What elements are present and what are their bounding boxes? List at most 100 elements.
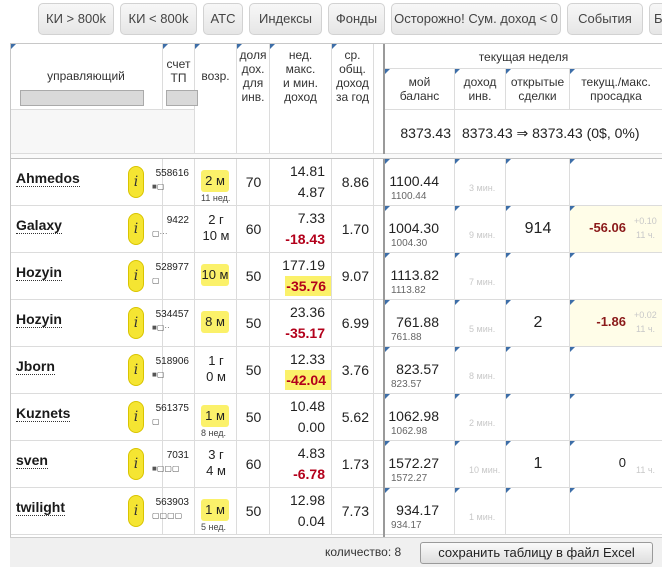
manager-name-link[interactable]: twilight (16, 499, 65, 516)
manager-name-link[interactable]: Hozyin (16, 311, 62, 328)
table-cell (570, 347, 662, 394)
age-months: 0 м (206, 369, 226, 384)
header-deals-l1: открытые (510, 75, 565, 89)
table-cell (570, 394, 662, 441)
rating-icon: ▢ (152, 417, 160, 426)
manager-name-link[interactable]: Ahmedos (16, 170, 80, 187)
table-row: Hozyin i 534457 ■▢·· 8 м 50 23.36 -35.17 6.99 761… (11, 300, 662, 347)
header-maxmin-l1: нед. (288, 48, 313, 62)
manager-name-link[interactable]: Galaxy (16, 217, 62, 234)
table-cell (374, 300, 383, 347)
manager-name-link[interactable]: Jborn (16, 358, 55, 375)
share-value: 50 (245, 409, 262, 425)
tab-funds[interactable]: Фонды (328, 3, 385, 35)
my-balance-sub: 1004.30 (391, 238, 428, 249)
header-manager-label: управляющий (47, 69, 125, 83)
week-min: 0.04 (297, 513, 325, 529)
week-max: 12.98 (289, 492, 325, 508)
share-value: 50 (245, 268, 262, 284)
table-row: Hozyin i 528977 ▢ 10 м 50 177.19 -35.76 9.07 1113… (11, 253, 662, 300)
table-row: twilight i 563903 ▢▢▢▢ 1 м5 нед. 50 12.98 0.04 7… (11, 488, 662, 535)
age-badge: 10 м (201, 264, 229, 286)
header-deals-l2: сделки (518, 89, 557, 103)
my-balance: 934.17 (396, 502, 439, 518)
week-max: 12.33 (289, 351, 325, 367)
tab-ats[interactable]: АТС (203, 3, 243, 35)
row-count: количество: 8 (325, 545, 402, 559)
tab-ki-over-800k[interactable]: КИ > 800k (38, 3, 114, 35)
tab-ki-under-800k[interactable]: КИ < 800k (120, 3, 197, 35)
manager-name-link[interactable]: sven (16, 452, 48, 469)
summary-balance: 8373.43 (400, 125, 451, 141)
info-button[interactable]: i (128, 166, 144, 198)
header-maxmin[interactable]: нед. макс. и мин. доход (270, 44, 332, 154)
account-filter-input[interactable] (166, 90, 198, 106)
managers-table: управляющий счет ТП возр. доля дох. для … (10, 43, 662, 567)
week-min: -42.04 (285, 370, 331, 390)
drawdown-delta: +0.02 (634, 310, 657, 320)
share-value: 70 (245, 174, 262, 190)
info-button[interactable]: i (128, 401, 144, 433)
income-time: 8 мин. (469, 371, 496, 381)
table-cell (570, 488, 662, 535)
manager-filter-input[interactable] (20, 90, 144, 106)
share-value: 50 (245, 503, 262, 519)
week-max: 14.81 (289, 163, 325, 179)
rating-icon: ■▢ (152, 182, 165, 191)
header-age-label: возр. (201, 69, 230, 83)
header-deals[interactable]: открытые сделки (506, 69, 570, 110)
header-account[interactable]: счет ТП (163, 44, 198, 110)
info-button[interactable]: i (128, 448, 144, 480)
header-income-l2: инв. (468, 89, 492, 103)
open-deals: 2 (533, 314, 543, 331)
tab-events[interactable]: События (567, 3, 643, 35)
header-avg-l2: общ. (339, 62, 366, 76)
header-share[interactable]: доля дох. для инв. (237, 44, 270, 154)
rating-icon: ■▢·· (152, 323, 170, 332)
age-weeks: 11 нед. (201, 193, 231, 203)
header-week: текущая неделя (385, 44, 662, 69)
age-years: 3 г (208, 447, 224, 462)
income-time: 3 мин. (469, 183, 496, 193)
my-balance: 823.57 (396, 361, 439, 377)
header-avg-l1: ср. (344, 48, 361, 62)
avg-year: 9.07 (341, 268, 369, 284)
header-balance[interactable]: мой баланс (385, 69, 455, 110)
account-number: 7031 (166, 450, 189, 461)
manager-name-link[interactable]: Hozyin (16, 264, 62, 281)
info-button[interactable]: i (128, 354, 144, 386)
info-button[interactable]: i (128, 307, 144, 339)
drawdown-value: 0 (618, 455, 626, 470)
account-number: 9422 (166, 215, 189, 226)
save-excel-button[interactable]: сохранить таблицу в файл Excel (420, 542, 653, 564)
summary-change: 8373.43 ⇒ 8373.43 (0$, 0%) (462, 125, 640, 141)
header-avg[interactable]: ср. общ. доход за год (332, 44, 374, 154)
week-min: -35.17 (285, 325, 325, 341)
age-months: 10 м (202, 228, 230, 243)
header-drawdown-l2: просадка (590, 89, 642, 103)
table-cell (506, 159, 570, 206)
income-time: 10 мин. (469, 465, 501, 475)
open-deals: 1 (533, 455, 543, 472)
tab-overflow[interactable]: Б (649, 3, 662, 35)
info-button[interactable]: i (128, 495, 144, 527)
header-manager[interactable]: управляющий (11, 44, 163, 110)
header-account-line1: счет (166, 57, 191, 71)
summary-change-cell: 8373.43 ⇒ 8373.43 (0$, 0%) (455, 110, 662, 154)
header-age[interactable]: возр. (195, 44, 237, 154)
avg-year: 8.86 (341, 174, 369, 190)
table-cell (374, 394, 383, 441)
info-button[interactable]: i (128, 260, 144, 292)
manager-name-link[interactable]: Kuznets (16, 405, 71, 422)
header-avg-l4: за год (335, 90, 370, 104)
drawdown-value: -56.06 (589, 220, 626, 235)
rating-icon: ■▢ (152, 370, 165, 379)
my-balance: 761.88 (396, 314, 439, 330)
tab-warning-negative[interactable]: Осторожно! Сум. доход < 0 (391, 3, 561, 35)
header-drawdown[interactable]: текущ./макс. просадка (570, 69, 662, 110)
table-cell (506, 347, 570, 394)
header-income[interactable]: доход инв. (455, 69, 506, 110)
rating-icon: ▢··· (152, 229, 168, 238)
info-button[interactable]: i (128, 213, 144, 245)
tab-indexes[interactable]: Индексы (249, 3, 322, 35)
